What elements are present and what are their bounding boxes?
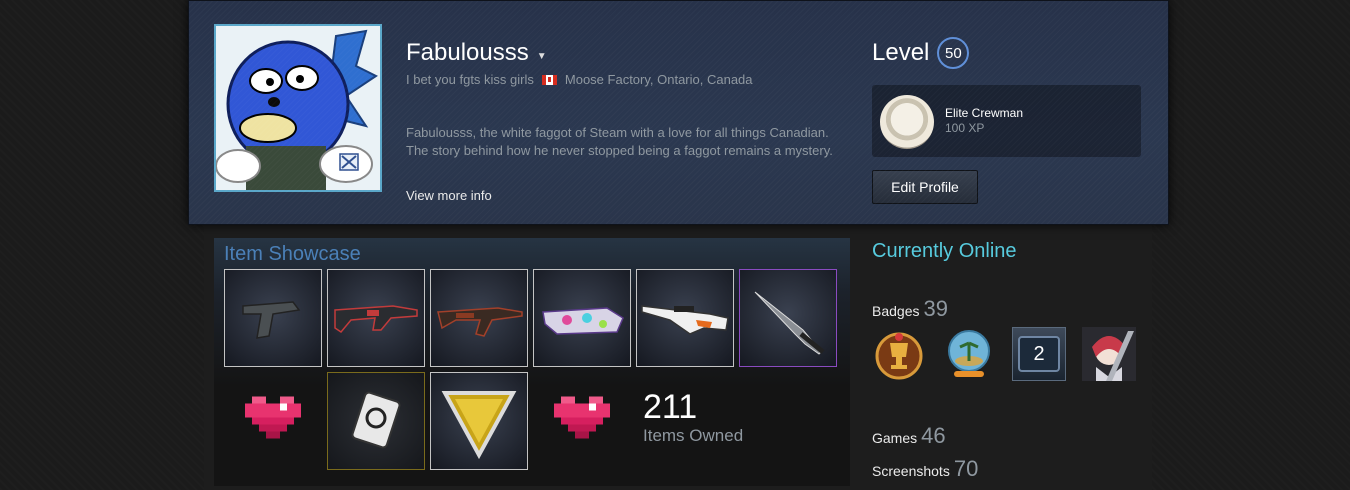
showcase-item-slot[interactable] [327,269,425,367]
level-2-badge[interactable]: 2 [1012,327,1066,381]
items-owned-label[interactable]: Items Owned [643,426,743,446]
level-value[interactable]: 50 [937,37,970,69]
pixel-heart-icon [554,396,610,439]
view-more-info-link[interactable]: View more info [406,188,492,203]
profile-summary: Fabulousss, the white faggot of Steam wi… [406,124,846,160]
profile-header: Fabulousss ▼ I bet you fgts kiss girls M… [188,0,1169,225]
esl-pin-icon [441,391,517,460]
chevron-down-icon[interactable]: ▼ [537,51,547,62]
level-badge-value: 2 [1018,336,1060,372]
showcase-item-slot[interactable] [533,269,631,367]
persona-name[interactable]: Fabulousss ▼ [406,39,547,67]
showcase-item-slot[interactable] [430,372,528,470]
games-label: Games [872,430,918,446]
trophy-badge-icon[interactable] [872,327,926,381]
sniper-awp-icon [641,305,729,335]
smg-p90-icon [542,307,624,335]
avatar[interactable] [214,24,382,192]
edit-profile-button[interactable]: Edit Profile [872,170,978,204]
profile-level: Level 50 [872,37,970,69]
summary-line-2: The story behind how he never stopped be… [406,143,833,158]
showcase-item-slot[interactable] [224,372,322,470]
profile-tagline: I bet you fgts kiss girls [406,72,534,87]
badges-count: 39 [923,296,948,321]
sticker-card-icon [351,391,401,449]
level-label: Level [872,39,930,66]
pistol-icon [242,301,301,339]
rifle-m4-icon [334,305,418,333]
online-status: Currently Online [872,240,1017,262]
profile-location: Moose Factory, Ontario, Canada [564,72,753,87]
badges-stat[interactable]: Badges 39 [872,296,948,322]
showcase-item-slot[interactable] [739,269,837,367]
screenshots-label: Screenshots [872,463,950,479]
items-owned-count[interactable]: 211 [643,388,697,427]
anime-badge-icon[interactable] [1082,327,1136,381]
games-count: 46 [921,423,946,448]
profile-subline: I bet you fgts kiss girls Moose Factory,… [406,72,753,87]
canada-flag-icon [541,74,557,85]
island-badge-icon[interactable] [942,327,996,381]
avatar-image [216,26,380,190]
showcase-item-slot[interactable] [224,269,322,367]
showcase-title: Item Showcase [224,243,361,265]
screenshots-count: 70 [953,456,979,481]
item-showcase: Item Showcase 211 Items Owned [214,238,850,486]
showcase-item-slot[interactable] [430,269,528,367]
persona-name-text: Fabulousss [406,39,529,66]
games-stat[interactable]: Games 46 [872,423,946,449]
badges-label: Badges [872,303,920,319]
pixel-heart-icon [245,396,301,439]
badge-name: Elite Crewman [945,106,1024,120]
showcase-item-slot[interactable] [327,372,425,470]
knife-icon [754,291,825,355]
showcase-item-slot[interactable] [533,372,631,470]
screenshots-stat[interactable]: Screenshots 70 [872,456,978,482]
showcase-item-slot[interactable] [636,269,734,367]
badge-xp: 100 XP [945,121,985,135]
elite-crewman-badge-icon [880,95,934,149]
favorite-badge[interactable]: Elite Crewman 100 XP [872,85,1141,157]
summary-line-1: Fabulousss, the white faggot of Steam wi… [406,125,829,140]
rifle-ak-icon [437,307,523,337]
